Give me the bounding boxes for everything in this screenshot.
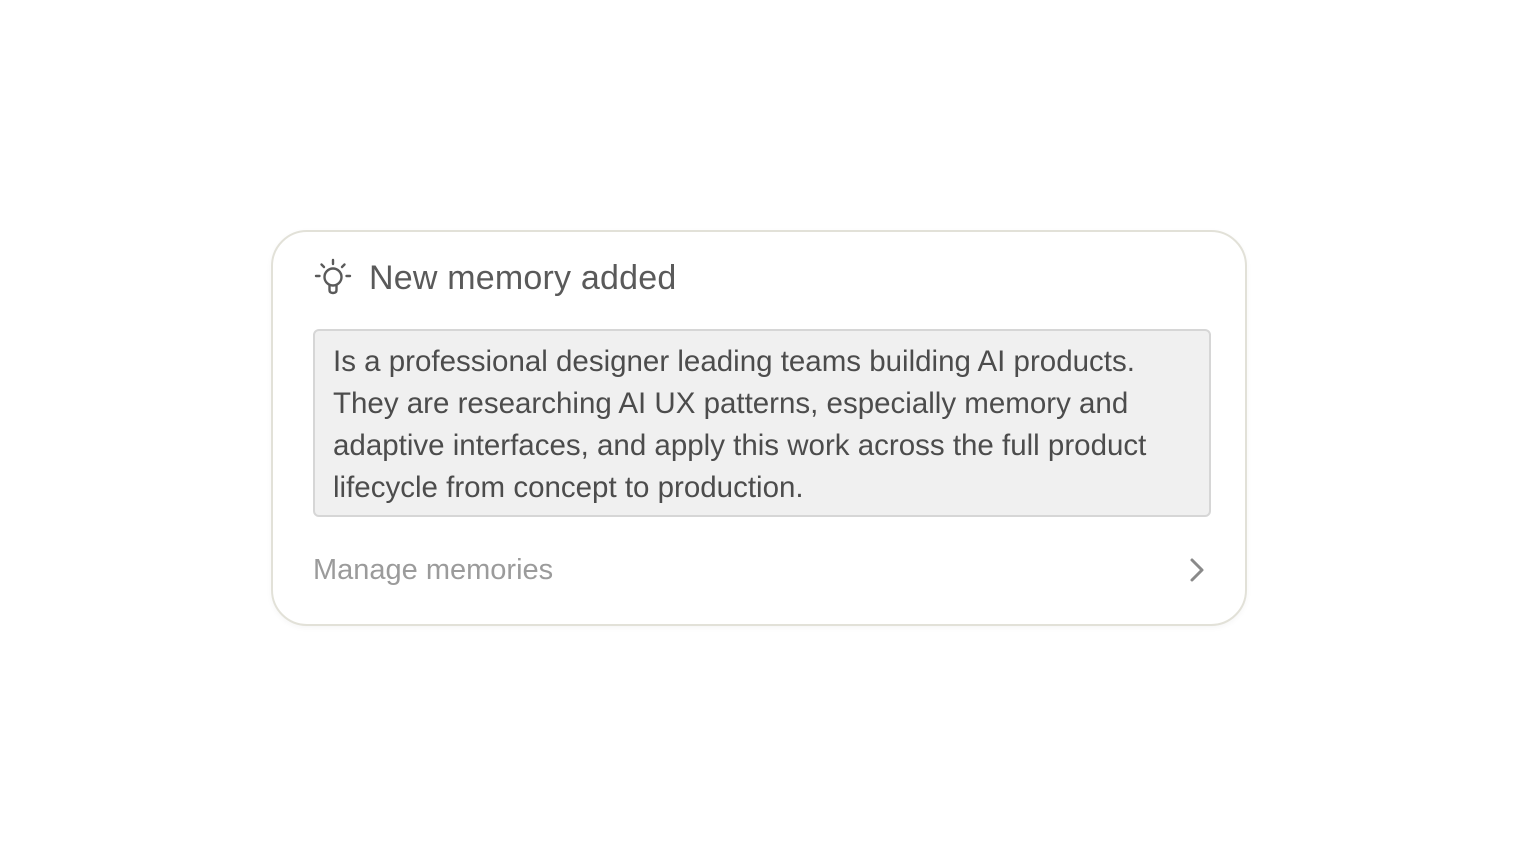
memory-text: Is a professional designer leading teams…	[313, 329, 1211, 517]
chevron-right-icon	[1183, 553, 1211, 587]
lightbulb-icon	[313, 258, 353, 298]
notification-title: New memory added	[369, 258, 677, 297]
memory-notification-card: New memory added Is a professional desig…	[271, 230, 1247, 626]
card-header: New memory added	[313, 258, 676, 298]
manage-memories-button[interactable]: Manage memories	[313, 550, 1211, 590]
manage-memories-label: Manage memories	[313, 553, 554, 586]
